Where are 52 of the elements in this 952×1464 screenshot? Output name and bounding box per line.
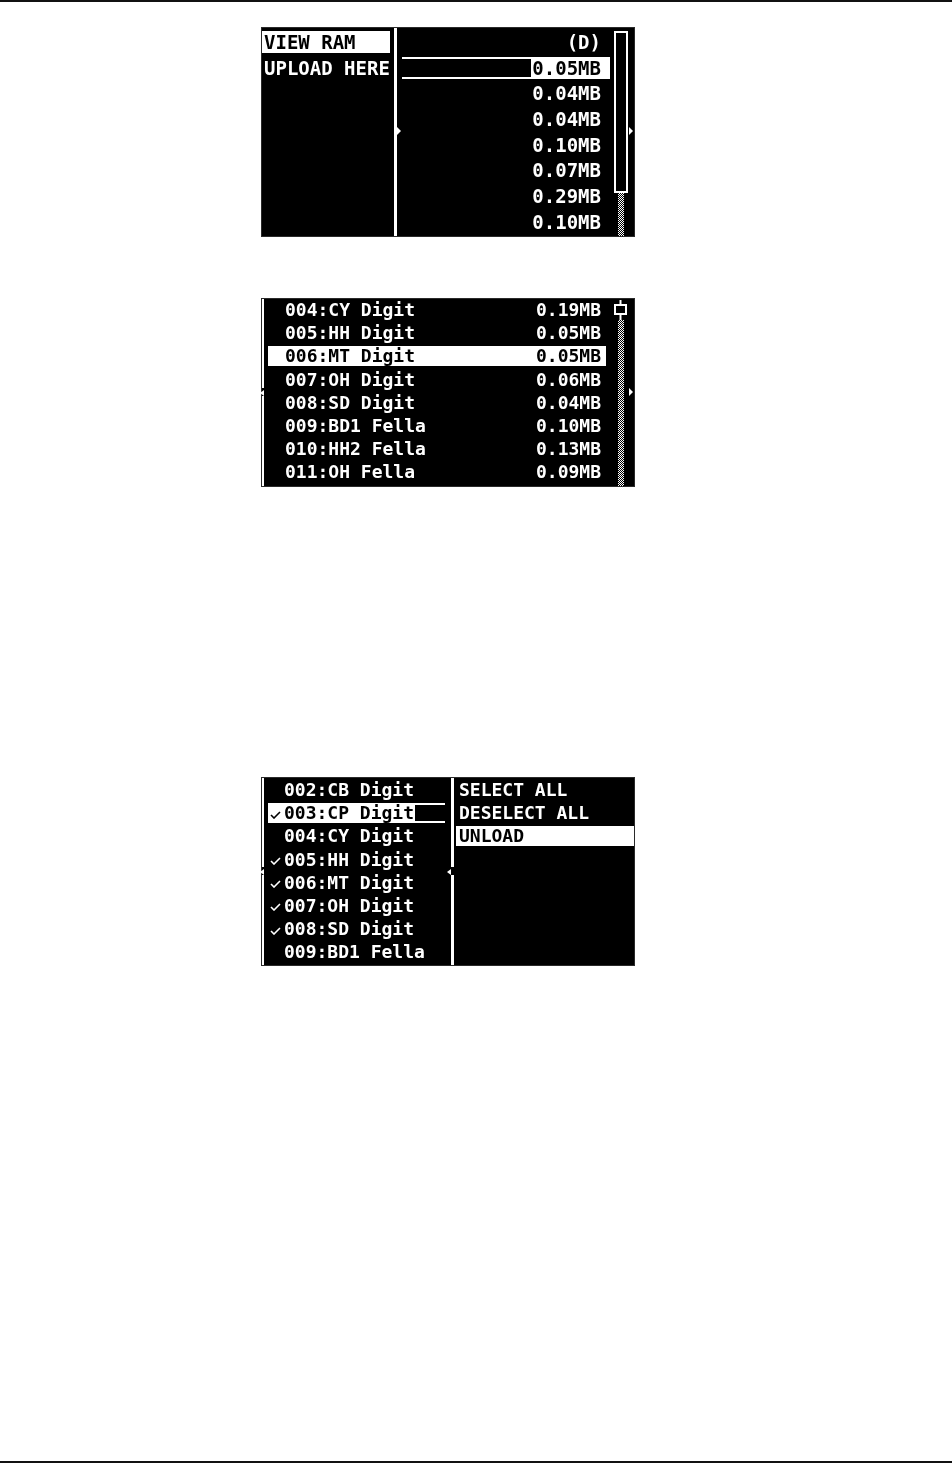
file-list-item[interactable]: 0.10MB — [402, 133, 610, 156]
right-arrow-icon — [629, 127, 633, 135]
sample-name: 009:BD1 Fella — [284, 415, 426, 436]
sample-row[interactable]: 007:OH Digit 0.06MB — [268, 369, 606, 390]
menu-item[interactable]: UPLOAD HERE — [262, 56, 390, 79]
sample-size: 0.05MB — [535, 346, 602, 367]
menu-item[interactable]: VIEW RAM — [262, 31, 390, 53]
file-list-item[interactable]: 0.10MB — [402, 210, 610, 233]
sample-name: 011:OH Fella — [284, 462, 416, 483]
sample-name: 006:MT Digit — [284, 346, 416, 367]
file-list-item[interactable]: 0.05MB — [402, 56, 610, 79]
scrollbar-track — [617, 193, 624, 236]
sample-row[interactable]: 009:BD1 Fella 0.10MB — [268, 415, 606, 436]
file-list-item[interactable]: 0.04MB — [402, 82, 610, 105]
sample-list-item[interactable]: 008:SD Digit — [268, 919, 445, 940]
sample-list-item[interactable]: 005:HH Digit — [268, 849, 445, 870]
left-arrow-icon — [260, 389, 264, 396]
sample-list-item[interactable]: 002:CB Digit — [268, 780, 445, 800]
sample-name: 005:HH Digit — [284, 323, 416, 344]
file-list-item[interactable]: 0.04MB — [402, 108, 610, 131]
sample-name: 004:CY Digit — [284, 300, 416, 320]
file-list-item[interactable]: (D) — [402, 31, 610, 53]
right-arrow-icon — [629, 387, 633, 396]
sample-size: 0.04MB — [535, 392, 602, 413]
sample-list-item[interactable]: 006:MT Digit — [268, 872, 445, 893]
sample-list-item[interactable]: 009:BD1 Fella — [268, 942, 445, 963]
file-list-item[interactable]: 0.07MB — [402, 159, 610, 182]
sample-size: 0.09MB — [535, 462, 602, 483]
sample-size: 0.13MB — [535, 439, 602, 460]
file-list-item[interactable]: 0.29MB — [402, 185, 610, 208]
sample-row[interactable]: 004:CY Digit 0.19MB — [268, 300, 606, 320]
sample-name: 010:HH2 Fella — [284, 439, 426, 460]
sample-row[interactable]: 008:SD Digit 0.04MB — [268, 392, 606, 413]
menu-item[interactable]: DESELECT ALL — [456, 803, 634, 824]
menu-item[interactable]: UNLOAD — [456, 826, 634, 847]
sample-name: 007:OH Digit — [284, 369, 416, 390]
sample-size: 0.19MB — [535, 300, 602, 320]
scrollbar-thumb[interactable] — [614, 300, 627, 320]
sample-size: 0.10MB — [535, 415, 602, 436]
sample-list-item[interactable]: 004:CY Digit — [268, 826, 445, 847]
sample-name: 008:SD Digit — [284, 392, 416, 413]
menu-item[interactable]: SELECT ALL — [456, 780, 634, 800]
sample-row[interactable]: 005:HH Digit 0.05MB — [268, 323, 606, 344]
left-arrow-icon — [260, 868, 264, 875]
sample-size: 0.05MB — [535, 323, 602, 344]
sample-row[interactable]: 010:HH2 Fella 0.13MB — [268, 439, 606, 460]
sample-size: 0.06MB — [535, 369, 602, 390]
sample-row[interactable]: 011:OH Fella 0.09MB — [268, 462, 606, 483]
sample-row[interactable]: 006:MT Digit 0.05MB — [268, 346, 606, 367]
scrollbar-thumb[interactable] — [613, 31, 628, 193]
left-arrow-icon — [447, 868, 451, 875]
sample-list-item[interactable]: 007:OH Digit — [268, 895, 445, 916]
